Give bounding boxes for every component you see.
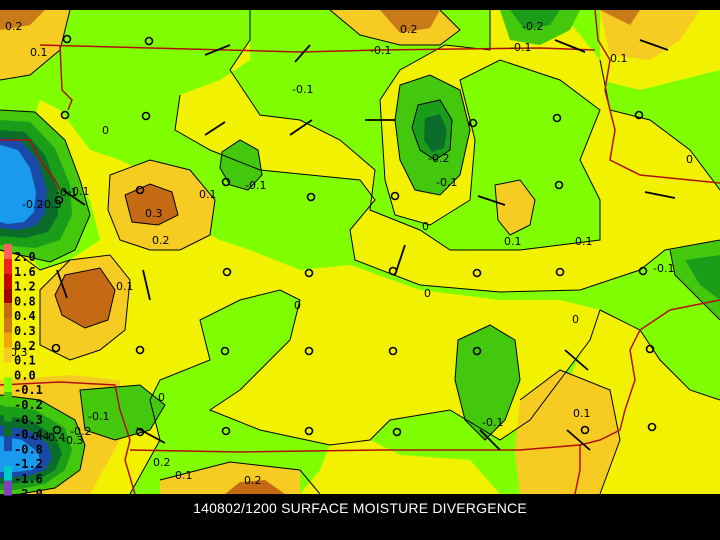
legend-label: -0.4 [14, 428, 43, 442]
contour-label: -0.2 [428, 152, 449, 165]
legend-swatch [4, 273, 12, 289]
contour-label: 0.3 [145, 207, 163, 220]
legend-swatch [4, 451, 12, 466]
legend-label: -0.2 [14, 398, 43, 412]
contour-label: 0.1 [504, 235, 522, 248]
contour-label: 0.1 [175, 469, 193, 482]
contour-label: 0.1 [573, 407, 591, 420]
legend-label: 1.2 [14, 280, 36, 294]
legend-label: 0.8 [14, 294, 36, 308]
legend-swatch [4, 347, 12, 363]
contour-label: 0.2 [5, 20, 23, 33]
legend-label: 1.6 [14, 265, 36, 279]
legend-label: 0.3 [14, 324, 36, 338]
legend-label: 2.0 [14, 250, 36, 264]
legend-label: 0.0 [14, 368, 36, 382]
legend-label: -0.3 [14, 413, 43, 427]
contour-label: 0.2 [153, 456, 171, 469]
contour-label: 0.1 [116, 280, 134, 293]
legend-swatch [4, 436, 12, 452]
legend-swatch [4, 303, 12, 318]
contour-label: 0 [102, 124, 109, 137]
map-caption: 140802/1200 SURFACE MOISTURE DIVERGENCE [193, 500, 527, 516]
contour-label: 0 [422, 220, 429, 233]
legend-swatch [4, 258, 12, 274]
contour-label: -0.1 [510, 41, 531, 54]
contour-label: -0.3 [40, 198, 61, 211]
legend-label: -0.8 [14, 442, 43, 456]
contour-label: -0.1 [68, 185, 89, 198]
legend-swatch [4, 466, 12, 481]
contour-label: -0.1 [482, 416, 503, 429]
contour-label: 0 [572, 313, 579, 326]
contour-label: -0.1 [436, 176, 457, 189]
legend-swatch [4, 392, 12, 407]
legend-swatch [4, 362, 12, 378]
legend-label: 0.1 [14, 354, 36, 368]
contour-label: 0 [686, 153, 693, 166]
legend-label: 0.4 [14, 309, 36, 323]
contour-label: 0 [424, 287, 431, 300]
legend-swatch [4, 332, 12, 348]
contour-label: 0.1 [610, 52, 628, 65]
legend-swatch [4, 421, 12, 437]
contour-label: 0.1 [199, 188, 217, 201]
contour-label: -0.1 [653, 262, 674, 275]
legend-swatch [4, 406, 12, 422]
contour-label: -0.1 [370, 44, 391, 57]
contour-label: 0.2 [152, 234, 170, 247]
contour-label: 0.2 [400, 23, 418, 36]
moisture-divergence-map: 0.20.10.2 -0.2-0.1-0.10.10-0.1-0.2-0.10-0… [0, 0, 720, 540]
legend-label: -2.0 [14, 487, 43, 501]
legend-swatch [4, 288, 12, 304]
contour-label: 0.2 [244, 474, 262, 487]
contour-label: 0 [158, 391, 165, 404]
legend-swatch [4, 244, 12, 259]
contour-label: 0.1 [575, 235, 593, 248]
contour-label: -0.1 [245, 179, 266, 192]
legend-swatch [4, 318, 12, 333]
contour-label: -0.2 [522, 20, 543, 33]
legend-label: -1.6 [14, 472, 43, 486]
contour-label: -0.2 [70, 425, 91, 438]
contour-label: -0.1 [88, 410, 109, 423]
contour-label: 0 [294, 299, 301, 312]
legend-swatch [4, 480, 12, 496]
contour-label: -0.1 [292, 83, 313, 96]
legend-label: -1.2 [14, 457, 43, 471]
legend-label: -0.1 [14, 383, 43, 397]
legend-label: 0.2 [14, 339, 36, 353]
legend-swatch [4, 377, 12, 392]
contour-label: 0.1 [30, 46, 48, 59]
